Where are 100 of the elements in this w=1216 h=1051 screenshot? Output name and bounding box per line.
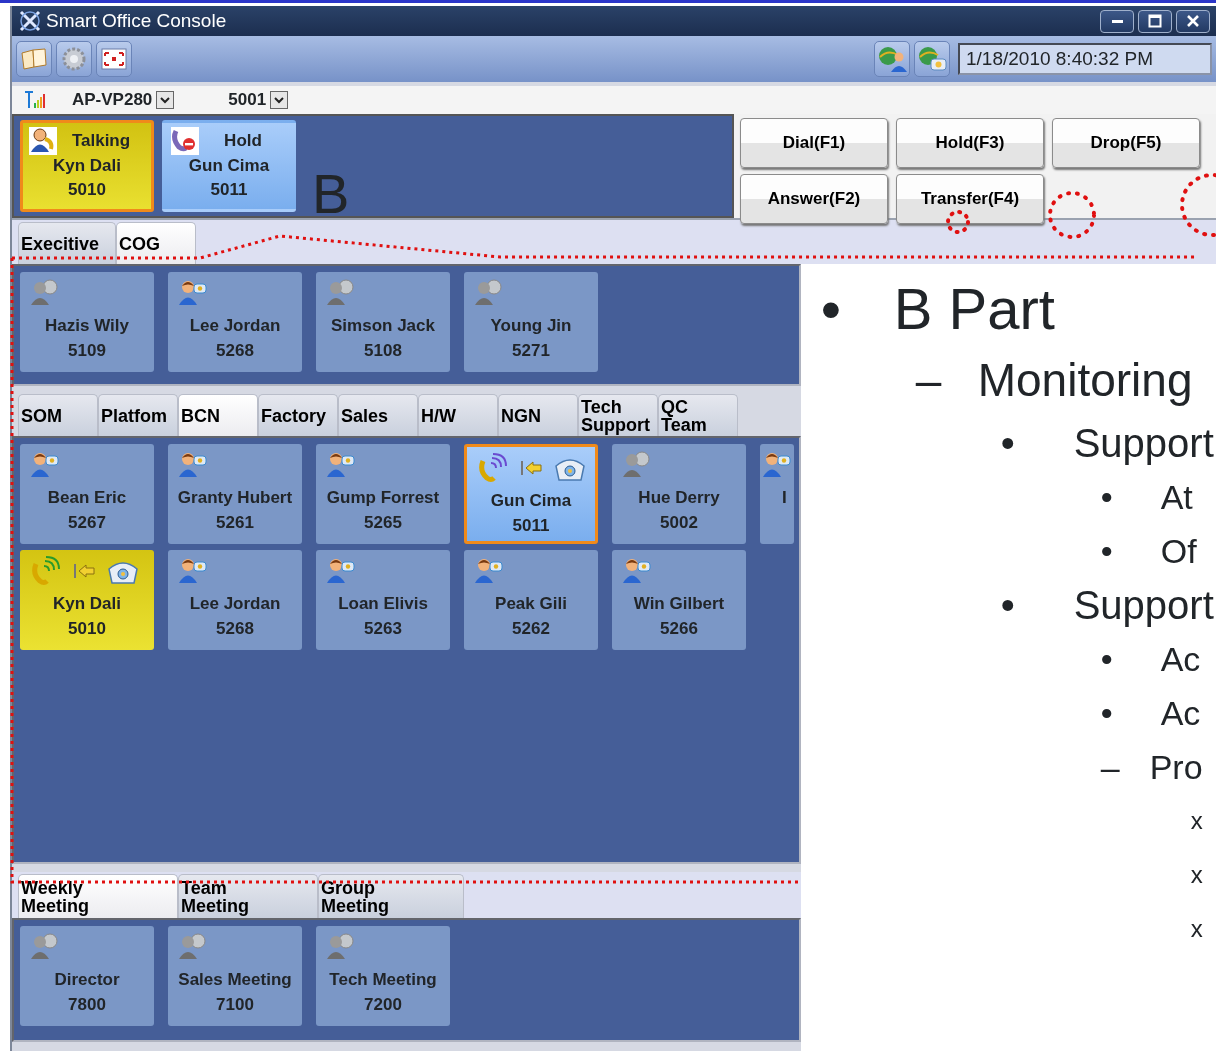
contact-card[interactable]: Bean Eric 5267: [20, 444, 154, 544]
contact-card[interactable]: Sales Meeting 7100: [168, 926, 302, 1026]
contact-name: I: [782, 487, 787, 509]
fullscreen-button[interactable]: [96, 41, 132, 77]
group-tab[interactable]: Sales: [338, 394, 418, 436]
bullet-marker: •: [1100, 692, 1114, 734]
contact-name: Simson Jack: [331, 315, 435, 337]
phone-minus-icon: [171, 127, 197, 153]
contact-card[interactable]: Win Gilbert 5266: [612, 550, 746, 650]
settings-button[interactable]: [56, 41, 92, 77]
bullet-marker: •: [1100, 638, 1114, 680]
call-action-button[interactable]: Drop(F5): [1052, 118, 1200, 168]
dotted-circle: [946, 210, 970, 234]
group-tab[interactable]: SOM: [18, 394, 98, 436]
group-tab[interactable]: QC Team: [658, 394, 738, 436]
dotted-circle: [1048, 191, 1096, 239]
person-phone-icon: [178, 278, 208, 306]
contact-card[interactable]: Young Jin 5271: [464, 272, 598, 372]
contact-number: 5271: [512, 339, 550, 362]
call-status: Hold: [223, 130, 262, 152]
bullet-marker: –: [915, 352, 943, 408]
person-phone-icon: [29, 127, 55, 153]
contact-card[interactable]: Lee Jordan 5268: [168, 272, 302, 372]
contact-number: 7100: [216, 993, 254, 1016]
group-tab[interactable]: Platfom: [98, 394, 178, 436]
contact-card[interactable]: Kyn Dali 5010: [20, 550, 154, 650]
person-globe-icon: [30, 932, 60, 960]
contact-name: Hue Derry: [638, 487, 720, 509]
call-card[interactable]: Hold Gun Cima 5011: [162, 120, 296, 212]
contact-card[interactable]: Tech Meeting 7200: [316, 926, 450, 1026]
contact-name: Kyn Dali: [53, 593, 121, 615]
bullet-marker: •: [1100, 476, 1114, 518]
call-card[interactable]: Talking Kyn Dali 5010: [20, 120, 154, 212]
group-tab[interactable]: Group Meeting: [318, 874, 464, 918]
group-tab[interactable]: BCN: [178, 394, 258, 436]
arrow-icon: [72, 562, 96, 580]
person-phone-icon: [622, 556, 652, 584]
person-globe-icon: [178, 932, 208, 960]
contact-card[interactable]: Gun Cima 5011: [464, 444, 598, 544]
group-tab[interactable]: Weekly Meeting: [18, 874, 178, 918]
contact-name: Tech Meeting: [329, 969, 437, 991]
globe-person-icon: [876, 45, 908, 73]
group-tab[interactable]: COG: [116, 222, 196, 264]
contact-number: 5108: [364, 339, 402, 362]
call-action-button[interactable]: Answer(F2): [740, 174, 888, 224]
contact-card[interactable]: Simson Jack 5108: [316, 272, 450, 372]
contact-number: 5010: [68, 617, 106, 640]
call-action-button[interactable]: Hold(F3): [896, 118, 1044, 168]
group-tab[interactable]: Factory: [258, 394, 338, 436]
contact-card[interactable]: Director 7800: [20, 926, 154, 1026]
group-tab[interactable]: Tech Support: [578, 394, 658, 436]
phone-status-button[interactable]: [914, 41, 950, 77]
group-tab[interactable]: Execitive: [18, 222, 116, 264]
window-title: Smart Office Console: [46, 8, 227, 33]
minimize-icon: [1111, 19, 1123, 23]
device-dropdown[interactable]: AP-VP280: [72, 87, 175, 113]
contact-card[interactable]: Granty Hubert 5261: [168, 444, 302, 544]
contact-number: 7200: [364, 993, 402, 1016]
group-tab[interactable]: NGN: [498, 394, 578, 436]
contact-card[interactable]: Hue Derry 5002: [612, 444, 746, 544]
contact-card[interactable]: Peak Gili 5262: [464, 550, 598, 650]
help-button[interactable]: [16, 41, 52, 77]
extension-dropdown[interactable]: 5001: [228, 87, 289, 113]
datetime-field: 1/18/2010 8:40:32 PM: [958, 43, 1212, 75]
bullet-marker: •: [820, 274, 842, 343]
presence-button[interactable]: [874, 41, 910, 77]
bullet-marker: x: [1190, 914, 1204, 944]
person-phone-icon: [178, 556, 208, 584]
contact-card[interactable]: Loan Elivis 5263: [316, 550, 450, 650]
close-button[interactable]: [1176, 9, 1210, 33]
globe-phone-icon: [916, 45, 948, 73]
call-action-button[interactable]: Dial(F1): [740, 118, 888, 168]
person-globe-icon: [622, 450, 652, 478]
annotation-label: B: [312, 166, 350, 222]
contact-number: 5266: [660, 617, 698, 640]
maximize-button[interactable]: [1138, 9, 1172, 33]
contact-number: 5267: [68, 511, 106, 534]
person-globe-icon: [474, 278, 504, 306]
contact-number: 5002: [660, 511, 698, 534]
person-phone-icon: [326, 556, 356, 584]
group-tab[interactable]: H/W: [418, 394, 498, 436]
bullet-marker: •: [1100, 530, 1114, 572]
minimize-button[interactable]: [1100, 9, 1134, 33]
signal-icon: [24, 91, 48, 109]
contact-card[interactable]: Gump Forrest 5265: [316, 444, 450, 544]
bullet-text: Support: [1073, 582, 1214, 629]
call-status: Talking: [70, 130, 131, 152]
bullet-marker: –: [1100, 746, 1121, 788]
group-tab[interactable]: Team Meeting: [178, 874, 318, 918]
contact-card[interactable]: I: [760, 444, 794, 544]
contact-number: 5268: [216, 617, 254, 640]
contact-card[interactable]: Hazis Wily 5109: [20, 272, 154, 372]
expand-icon: [101, 48, 127, 70]
person-phone-icon: [30, 450, 60, 478]
contact-name: Loan Elivis: [338, 593, 428, 615]
contact-name: Young Jin: [490, 315, 572, 337]
contact-name: Sales Meeting: [178, 969, 292, 991]
ringing-phone-icon: [30, 556, 62, 586]
call-action-button[interactable]: Transfer(F4): [896, 174, 1044, 224]
contact-card[interactable]: Lee Jordan 5268: [168, 550, 302, 650]
